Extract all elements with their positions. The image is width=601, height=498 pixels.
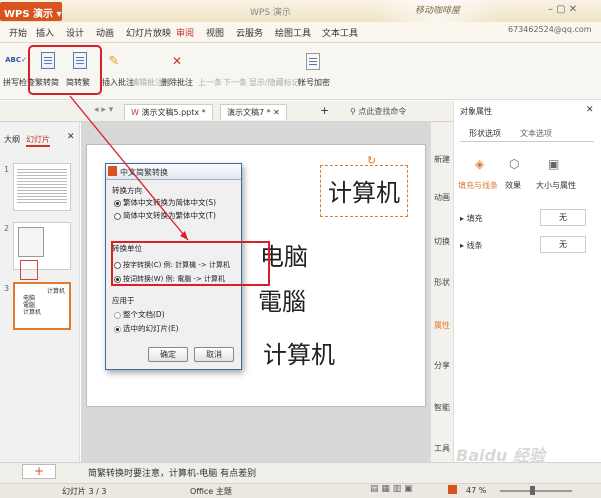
fill-value[interactable]: 无 (540, 209, 586, 226)
effect-icon[interactable]: ⬡ (509, 157, 519, 171)
zoom-thumb[interactable] (530, 486, 535, 495)
strip-animation[interactable]: 动画 (432, 192, 452, 203)
properties-header: 对象属性 (460, 107, 492, 116)
subtab-effect[interactable]: 效果 (505, 180, 521, 191)
strip-smart[interactable]: 智能 (432, 402, 452, 413)
fill-label[interactable]: ▸ 填充 (460, 213, 483, 224)
subtab-size[interactable]: 大小与属性 (536, 180, 576, 191)
strip-properties[interactable]: 属性 (432, 320, 452, 331)
line-label[interactable]: ▸ 线条 (460, 240, 483, 251)
notes-text[interactable]: 简繁转换时要注意，计算机-电脑 有点差别 (88, 466, 256, 479)
properties-panel (453, 101, 601, 462)
line-value[interactable]: 无 (540, 236, 586, 253)
play-icon[interactable] (448, 485, 457, 494)
zoom-level: 47 % (466, 486, 487, 495)
slide-counter: 幻灯片 3 / 3 (62, 487, 107, 496)
strip-shape[interactable]: 形状 (432, 277, 452, 288)
strip-tools[interactable]: 工具 (432, 443, 452, 454)
tab-text-options[interactable]: 文本选项 (520, 128, 552, 139)
strip-transition[interactable]: 切换 (432, 236, 452, 247)
strip-new[interactable]: 新建 (432, 154, 452, 165)
subtab-fill-line[interactable]: 填充与线条 (458, 180, 498, 191)
fill-line-icon[interactable]: ◈ (475, 157, 484, 171)
strip-share[interactable]: 分享 (432, 360, 452, 371)
zoom-slider[interactable] (500, 490, 572, 492)
tab-shape-options[interactable]: 形状选项 (469, 128, 501, 139)
view-mode-icons[interactable]: ▤ ▦ ▥ ▣ (370, 484, 413, 494)
close-properties-icon[interactable]: ✕ (586, 105, 594, 115)
add-slide-button[interactable]: + (22, 464, 56, 479)
theme-name: Office 主题 (190, 487, 232, 496)
size-icon[interactable]: ▣ (548, 157, 559, 171)
